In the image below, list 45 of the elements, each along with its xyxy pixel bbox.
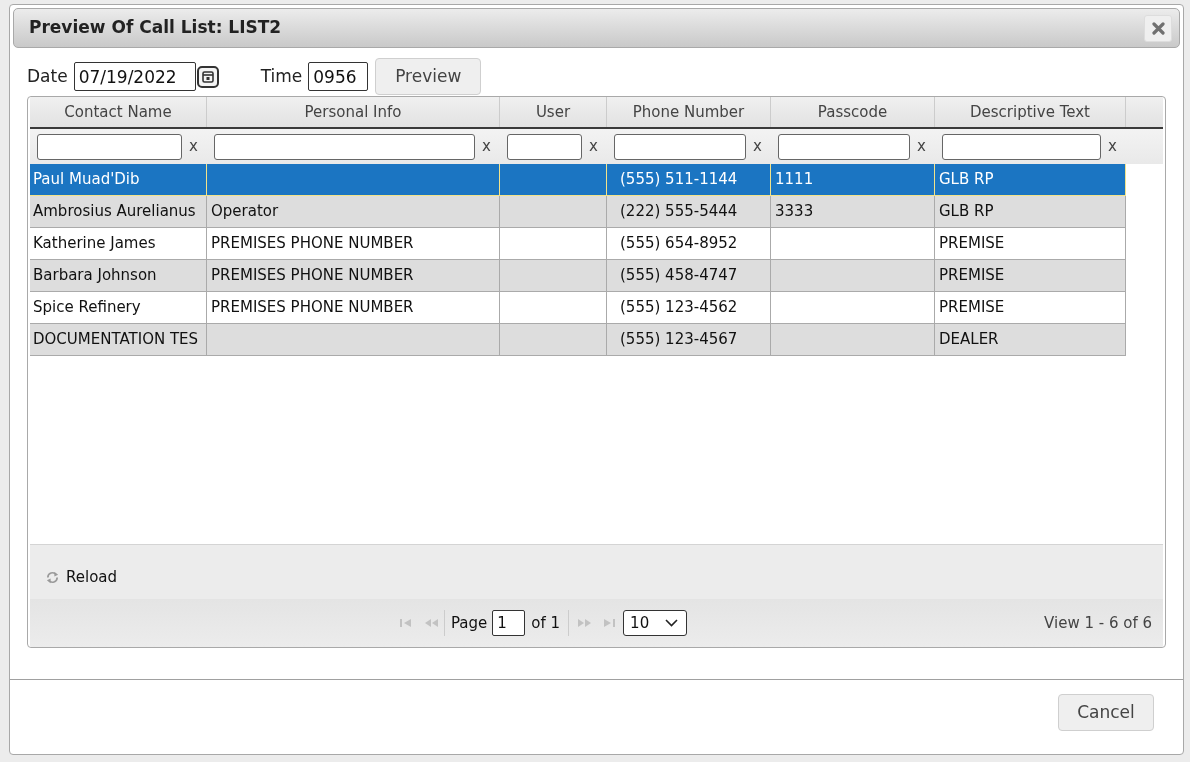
- filter-field[interactable]: [507, 133, 583, 160]
- table-row[interactable]: Barbara Johnson PREMISES PHONE NUMBER (555) 458-4747 PREMISE: [30, 260, 1126, 292]
- page-total: of 1: [531, 612, 561, 634]
- clear-filter-link[interactable]: x: [917, 135, 926, 158]
- column-header[interactable]: Passcode: [771, 97, 935, 127]
- clear-filter-link[interactable]: x: [482, 135, 491, 158]
- chevron-down-icon: [665, 619, 679, 627]
- clear-filter-link[interactable]: x: [589, 135, 598, 158]
- calendar-icon[interactable]: [196, 65, 219, 88]
- filter-field[interactable]: [614, 133, 747, 160]
- table-cell: DEALER: [935, 324, 1126, 356]
- date-field[interactable]: 07/19/2022: [73, 62, 196, 91]
- table-cell: DOCUMENTATION TES: [30, 324, 207, 356]
- time-field[interactable]: 0956: [308, 62, 369, 91]
- refresh-icon: [45, 569, 60, 585]
- close-button[interactable]: [1144, 14, 1172, 42]
- filter-field[interactable]: [778, 133, 911, 160]
- reload-button[interactable]: Reload: [45, 565, 118, 589]
- selected-table-row[interactable]: Paul Muad'Dib (555) 511-1144 1111 GLB RP: [30, 164, 1126, 196]
- table-row[interactable]: Katherine James PREMISES PHONE NUMBER (555) 654-8952 PREMISE: [30, 228, 1126, 260]
- dialog-title: Preview Of Call List: LIST2: [29, 16, 282, 40]
- time-label: Time: [260, 64, 303, 88]
- column-header[interactable]: User: [500, 97, 607, 127]
- date-label: Date: [27, 64, 68, 88]
- clear-filter-link[interactable]: x: [1108, 135, 1117, 158]
- column-header[interactable]: Contact Name: [30, 97, 207, 127]
- filter-field[interactable]: [942, 133, 1102, 160]
- table-row[interactable]: DOCUMENTATION TES (555) 123-4567 DEALER: [30, 324, 1126, 356]
- column-header[interactable]: Phone Number: [607, 97, 771, 127]
- filter-field[interactable]: [37, 133, 183, 160]
- close-icon: [1151, 21, 1165, 35]
- filter-field[interactable]: [214, 133, 476, 160]
- table-row[interactable]: Ambrosius Aurelianus Operator (222) 555-5444 3333 GLB RP: [30, 196, 1126, 228]
- cancel-button[interactable]: Cancel: [1058, 694, 1154, 731]
- clear-filter-link[interactable]: x: [189, 135, 198, 158]
- column-header[interactable]: Descriptive Text: [935, 97, 1126, 127]
- table-row[interactable]: Spice Refinery PREMISES PHONE NUMBER (555) 123-4562 PREMISE: [30, 292, 1126, 324]
- table-cell: (555) 123-4567: [607, 324, 771, 356]
- column-header[interactable]: Personal Info: [207, 97, 500, 127]
- page-number-field[interactable]: 1: [492, 610, 526, 636]
- page-size-select[interactable]: 10: [623, 610, 688, 636]
- clear-filter-link[interactable]: x: [753, 135, 762, 158]
- view-info: View 1 - 6 of 6: [1044, 612, 1152, 634]
- page-label: Page: [451, 612, 488, 634]
- preview-button[interactable]: Preview: [375, 58, 482, 95]
